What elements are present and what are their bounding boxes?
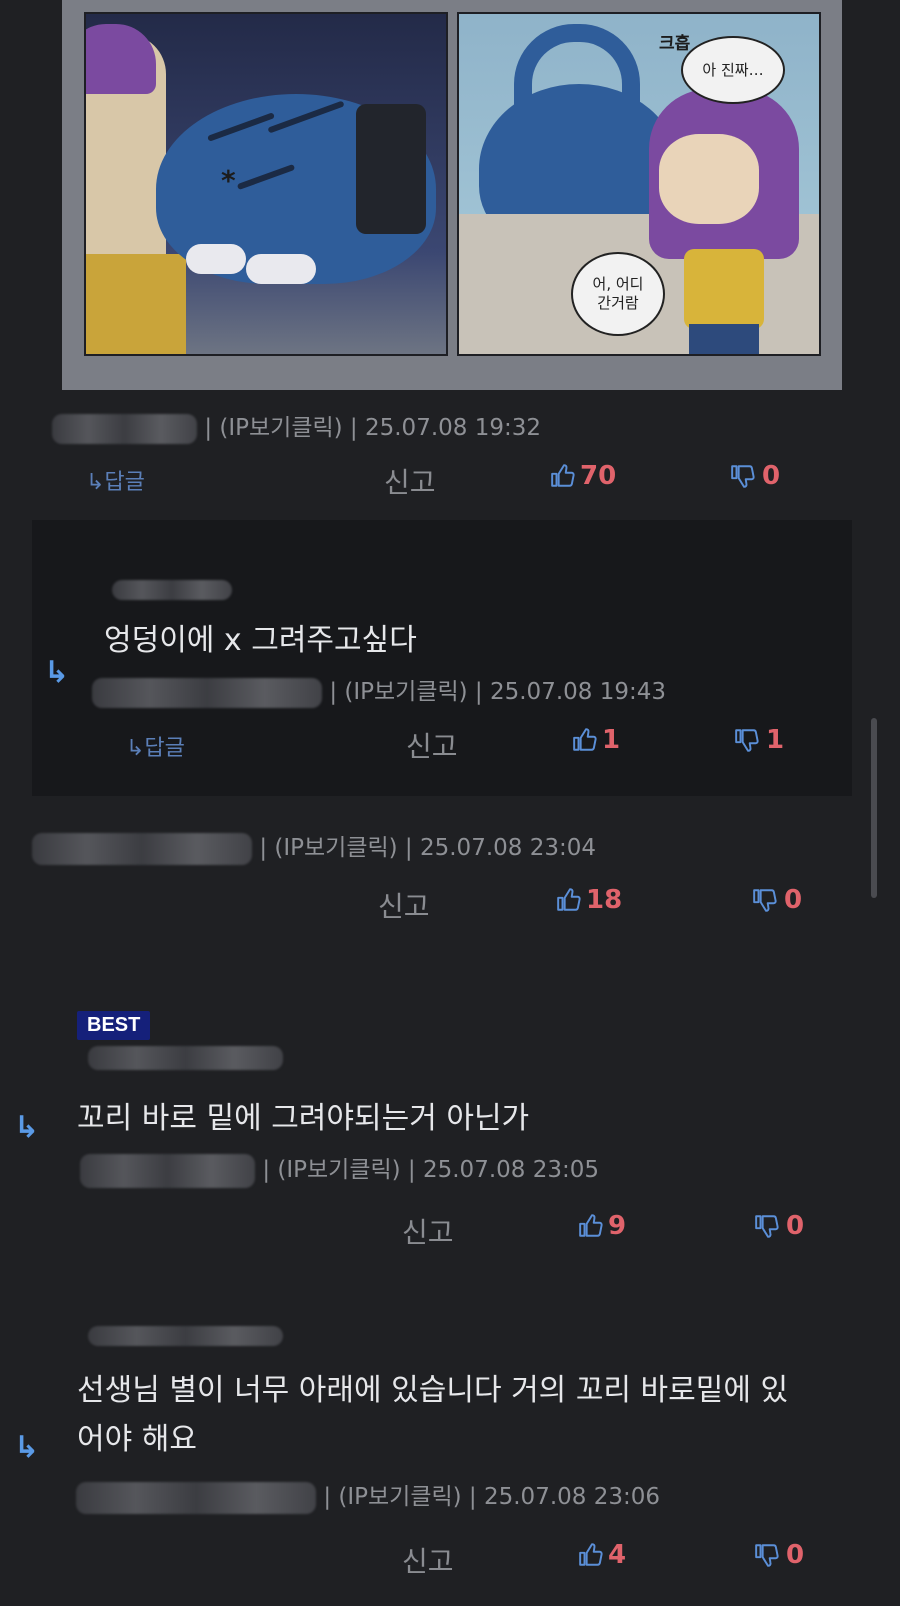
blurred-username: [80, 1153, 255, 1188]
like-button[interactable]: 4: [578, 1540, 626, 1570]
like-button[interactable]: 18: [556, 885, 622, 915]
scrollbar[interactable]: [871, 718, 877, 898]
reply-button[interactable]: ↳답글: [86, 464, 145, 496]
dislike-count: 1: [766, 725, 785, 755]
comment-meta: | (IP보기클릭) | 25.07.08 19:32: [52, 408, 541, 444]
blurred-username: [76, 1481, 316, 1514]
star-mark: *: [221, 164, 236, 197]
blurred-username: [52, 413, 197, 444]
report-button[interactable]: 신고: [406, 725, 458, 765]
like-button[interactable]: 70: [550, 461, 616, 491]
best-badge: BEST: [77, 1011, 151, 1040]
comment-meta-text: | (IP보기클릭) | 25.07.08 19:43: [329, 679, 666, 705]
dislike-button[interactable]: 0: [730, 461, 780, 491]
thumbs-up-icon: [556, 887, 582, 913]
like-button[interactable]: 1: [572, 725, 620, 755]
thumbs-down-icon: [752, 887, 778, 913]
comic-image: * 크흡 아 진짜… 어, 어디 간거람: [62, 0, 842, 390]
like-button[interactable]: 9: [578, 1211, 626, 1241]
reply-button[interactable]: ↳답글: [126, 730, 185, 762]
thumbs-up-icon: [578, 1213, 604, 1239]
comment-meta-text: | (IP보기클릭) | 25.07.08 19:32: [204, 415, 541, 441]
dislike-count: 0: [762, 461, 781, 491]
thumbs-down-icon: [730, 463, 756, 489]
comment-meta-text: | (IP보기클릭) | 25.07.08 23:06: [323, 1484, 660, 1510]
dislike-count: 0: [786, 1540, 805, 1570]
comment-meta: | (IP보기클릭) | 25.07.08 23:06: [76, 1477, 660, 1514]
report-button[interactable]: 신고: [402, 1540, 454, 1580]
thumbs-up-icon: [550, 463, 576, 489]
comment-meta: | (IP보기클릭) | 25.07.08 23:05: [80, 1150, 599, 1188]
dislike-button[interactable]: 0: [752, 885, 802, 915]
thumbs-down-icon: [734, 727, 760, 753]
speech-bubble-bottom: 어, 어디 간거람: [571, 252, 665, 336]
report-button[interactable]: 신고: [384, 461, 436, 501]
like-count: 4: [608, 1540, 627, 1570]
report-button[interactable]: 신고: [402, 1211, 454, 1251]
thumbs-down-icon: [754, 1213, 780, 1239]
comment-meta-text: | (IP보기클릭) | 25.07.08 23:04: [259, 835, 596, 861]
reply-arrow-icon: ↳: [14, 1430, 40, 1465]
like-count: 9: [608, 1211, 627, 1241]
report-button[interactable]: 신고: [378, 885, 430, 925]
comment-text-line2: 어야 해요: [77, 1422, 197, 1457]
dislike-count: 0: [786, 1211, 805, 1241]
speech-bubble-top: 아 진짜…: [681, 36, 785, 104]
thumbs-up-icon: [572, 727, 598, 753]
sfx-text: 크흡: [659, 34, 691, 54]
blurred-username: [32, 832, 252, 865]
comment-text: 꼬리 바로 밑에 그려야되는거 아닌가: [77, 1101, 530, 1136]
dislike-count: 0: [784, 885, 803, 915]
reply-arrow-icon: ↳: [44, 655, 70, 690]
comic-panel-right: 크흡 아 진짜… 어, 어디 간거람: [457, 12, 821, 356]
reply-arrow-icon: ↳: [14, 1110, 40, 1145]
dislike-button[interactable]: 1: [734, 725, 784, 755]
thumbs-up-icon: [578, 1542, 604, 1568]
comment-meta: | (IP보기클릭) | 25.07.08 19:43: [92, 672, 666, 708]
blurred-username: [88, 1046, 283, 1070]
like-count: 1: [602, 725, 621, 755]
comment-meta-text: | (IP보기클릭) | 25.07.08 23:05: [262, 1157, 599, 1183]
comic-panel-left: *: [84, 12, 448, 356]
like-count: 70: [580, 461, 617, 491]
thumbs-down-icon: [754, 1542, 780, 1568]
blurred-username: [112, 580, 232, 600]
dislike-button[interactable]: 0: [754, 1211, 804, 1241]
blurred-username: [88, 1326, 283, 1346]
comment-meta: | (IP보기클릭) | 25.07.08 23:04: [32, 828, 596, 865]
blurred-username: [92, 677, 322, 708]
dislike-button[interactable]: 0: [754, 1540, 804, 1570]
like-count: 18: [586, 885, 623, 915]
comment-text-line1: 선생님 별이 너무 아래에 있습니다 거의 꼬리 바로밑에 있: [77, 1373, 789, 1408]
comment-text: 엉덩이에 x 그려주고싶다: [104, 623, 417, 658]
